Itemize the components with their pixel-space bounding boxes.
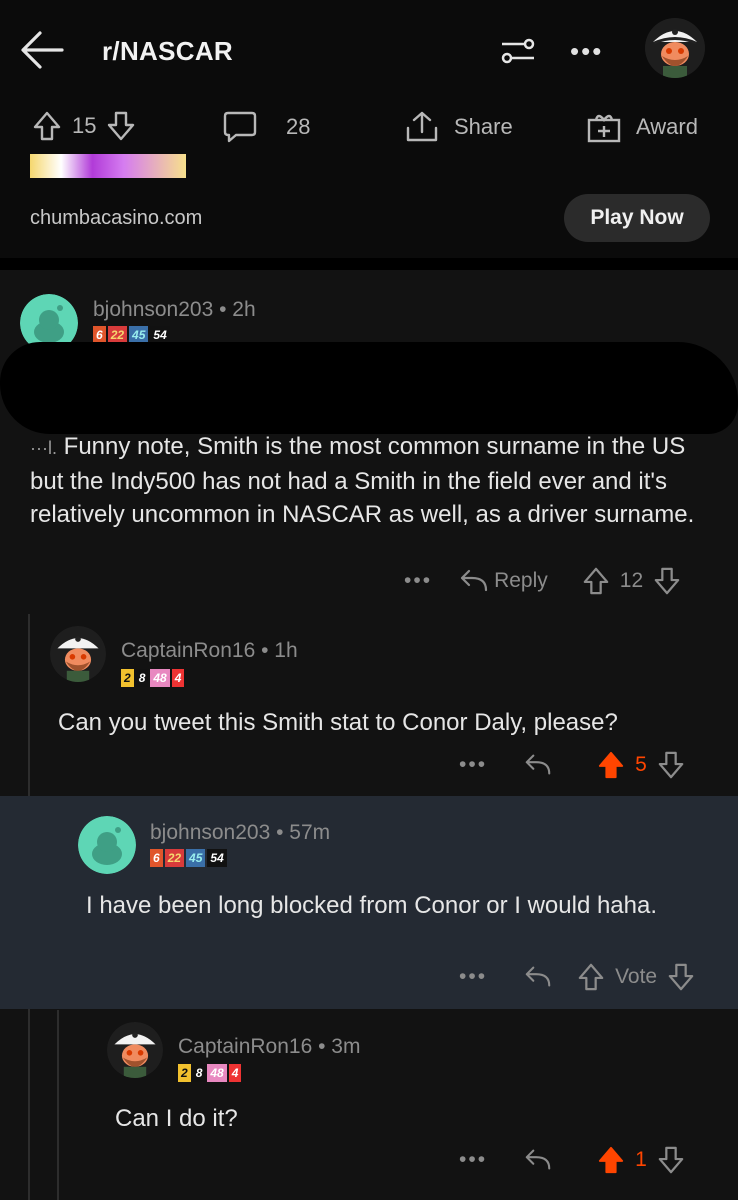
- downvote-icon[interactable]: [106, 110, 136, 142]
- comment-controls: ••• 5: [459, 750, 685, 780]
- vote-label: Vote: [615, 965, 658, 988]
- reply-arrow-icon[interactable]: [523, 964, 553, 990]
- flair-number: 54: [207, 849, 227, 867]
- flair-number: 4: [171, 669, 185, 687]
- post-vote-count: 15: [72, 113, 97, 138]
- share-icon: [406, 111, 438, 142]
- comment-time: • 57m: [276, 821, 331, 844]
- comment-more-icon[interactable]: •••: [404, 569, 432, 593]
- pirate-avatar[interactable]: [107, 1022, 163, 1078]
- comment-author[interactable]: bjohnson203 • 57m: [150, 821, 330, 845]
- play-now-button[interactable]: Play Now: [564, 194, 710, 242]
- redaction-scribble: [0, 342, 738, 434]
- comment-controls: ••• Reply 12: [404, 566, 681, 596]
- flair-number: 8: [135, 669, 149, 687]
- upvote-icon[interactable]: [582, 566, 610, 596]
- upvote-icon[interactable]: [577, 962, 605, 992]
- share-label: Share: [454, 114, 513, 139]
- downvote-icon[interactable]: [657, 750, 685, 780]
- flair-number: 45: [186, 849, 206, 867]
- flair-number: 48: [207, 1064, 227, 1082]
- comment-count: 28: [286, 114, 311, 139]
- comment-time: • 3m: [318, 1035, 361, 1058]
- comment-score: 5: [635, 753, 647, 776]
- thread-line: [57, 1010, 59, 1200]
- user-flair: 2 8 48 4: [121, 668, 185, 688]
- flair-number: 48: [150, 669, 170, 687]
- flair-number: 4: [228, 1064, 242, 1082]
- comment-time: • 2h: [219, 298, 256, 321]
- share-button[interactable]: Share: [404, 110, 513, 144]
- downvote-icon[interactable]: [653, 566, 681, 596]
- award-gift-icon: [587, 114, 621, 143]
- reply-arrow-icon[interactable]: [458, 568, 490, 594]
- user-avatar[interactable]: [645, 18, 705, 78]
- comment-score: 1: [635, 1148, 647, 1171]
- post-action-bar: 15 28 Share Award: [0, 100, 738, 154]
- downvote-icon[interactable]: [667, 962, 695, 992]
- comment-body: Can I do it?: [115, 1105, 238, 1132]
- upvote-active-icon[interactable]: [597, 1145, 625, 1175]
- comment-score: 12: [619, 569, 644, 592]
- flair-number: 8: [192, 1064, 206, 1082]
- post-vote-group: 15: [32, 110, 136, 142]
- snoo-avatar[interactable]: [78, 816, 136, 874]
- subreddit-title[interactable]: r/NASCAR: [102, 36, 233, 67]
- flair-number: 2: [178, 1064, 191, 1082]
- ad-domain[interactable]: chumbacasino.com: [30, 207, 202, 230]
- comment-body: ···l. Funny note, Smith is the most comm…: [30, 433, 695, 528]
- comment-body: I have been long blocked from Conor or I…: [86, 892, 658, 919]
- comment-bubble-icon: [223, 111, 257, 143]
- more-options-icon[interactable]: •••: [570, 36, 603, 67]
- back-arrow-icon[interactable]: [18, 28, 66, 72]
- reply-arrow-icon[interactable]: [523, 752, 553, 778]
- upvote-active-icon[interactable]: [597, 750, 625, 780]
- user-flair: 6 22 45 54: [150, 848, 227, 868]
- section-divider: [0, 258, 738, 270]
- user-flair: 2 8 48 4: [178, 1063, 242, 1083]
- sort-filter-icon[interactable]: [498, 36, 538, 66]
- downvote-icon[interactable]: [657, 1145, 685, 1175]
- ad-image-strip[interactable]: [30, 154, 186, 178]
- reply-button[interactable]: Reply: [494, 569, 548, 593]
- flair-number: 6: [150, 849, 163, 867]
- comment-controls: ••• Vote: [459, 962, 695, 992]
- comment-time: • 1h: [261, 639, 298, 662]
- comment-author[interactable]: bjohnson203 • 2h: [93, 298, 256, 322]
- comment-body: Can you tweet this Smith stat to Conor D…: [58, 709, 618, 736]
- upvote-icon[interactable]: [32, 110, 62, 142]
- comment-more-icon[interactable]: •••: [459, 1148, 487, 1172]
- award-button[interactable]: Award: [586, 110, 698, 144]
- flair-number: 2: [121, 669, 134, 687]
- reply-arrow-icon[interactable]: [523, 1147, 553, 1173]
- top-bar: r/NASCAR •••: [0, 0, 738, 100]
- comment-author[interactable]: CaptainRon16 • 3m: [178, 1035, 360, 1059]
- flair-number: 22: [164, 849, 185, 867]
- pirate-avatar[interactable]: [50, 626, 106, 682]
- comment-controls: ••• 1: [459, 1145, 685, 1175]
- comment-more-icon[interactable]: •••: [459, 965, 487, 989]
- award-label: Award: [636, 114, 698, 139]
- comment-author[interactable]: CaptainRon16 • 1h: [121, 639, 298, 663]
- comment-more-icon[interactable]: •••: [459, 753, 487, 777]
- comments-button[interactable]: 28: [222, 110, 310, 144]
